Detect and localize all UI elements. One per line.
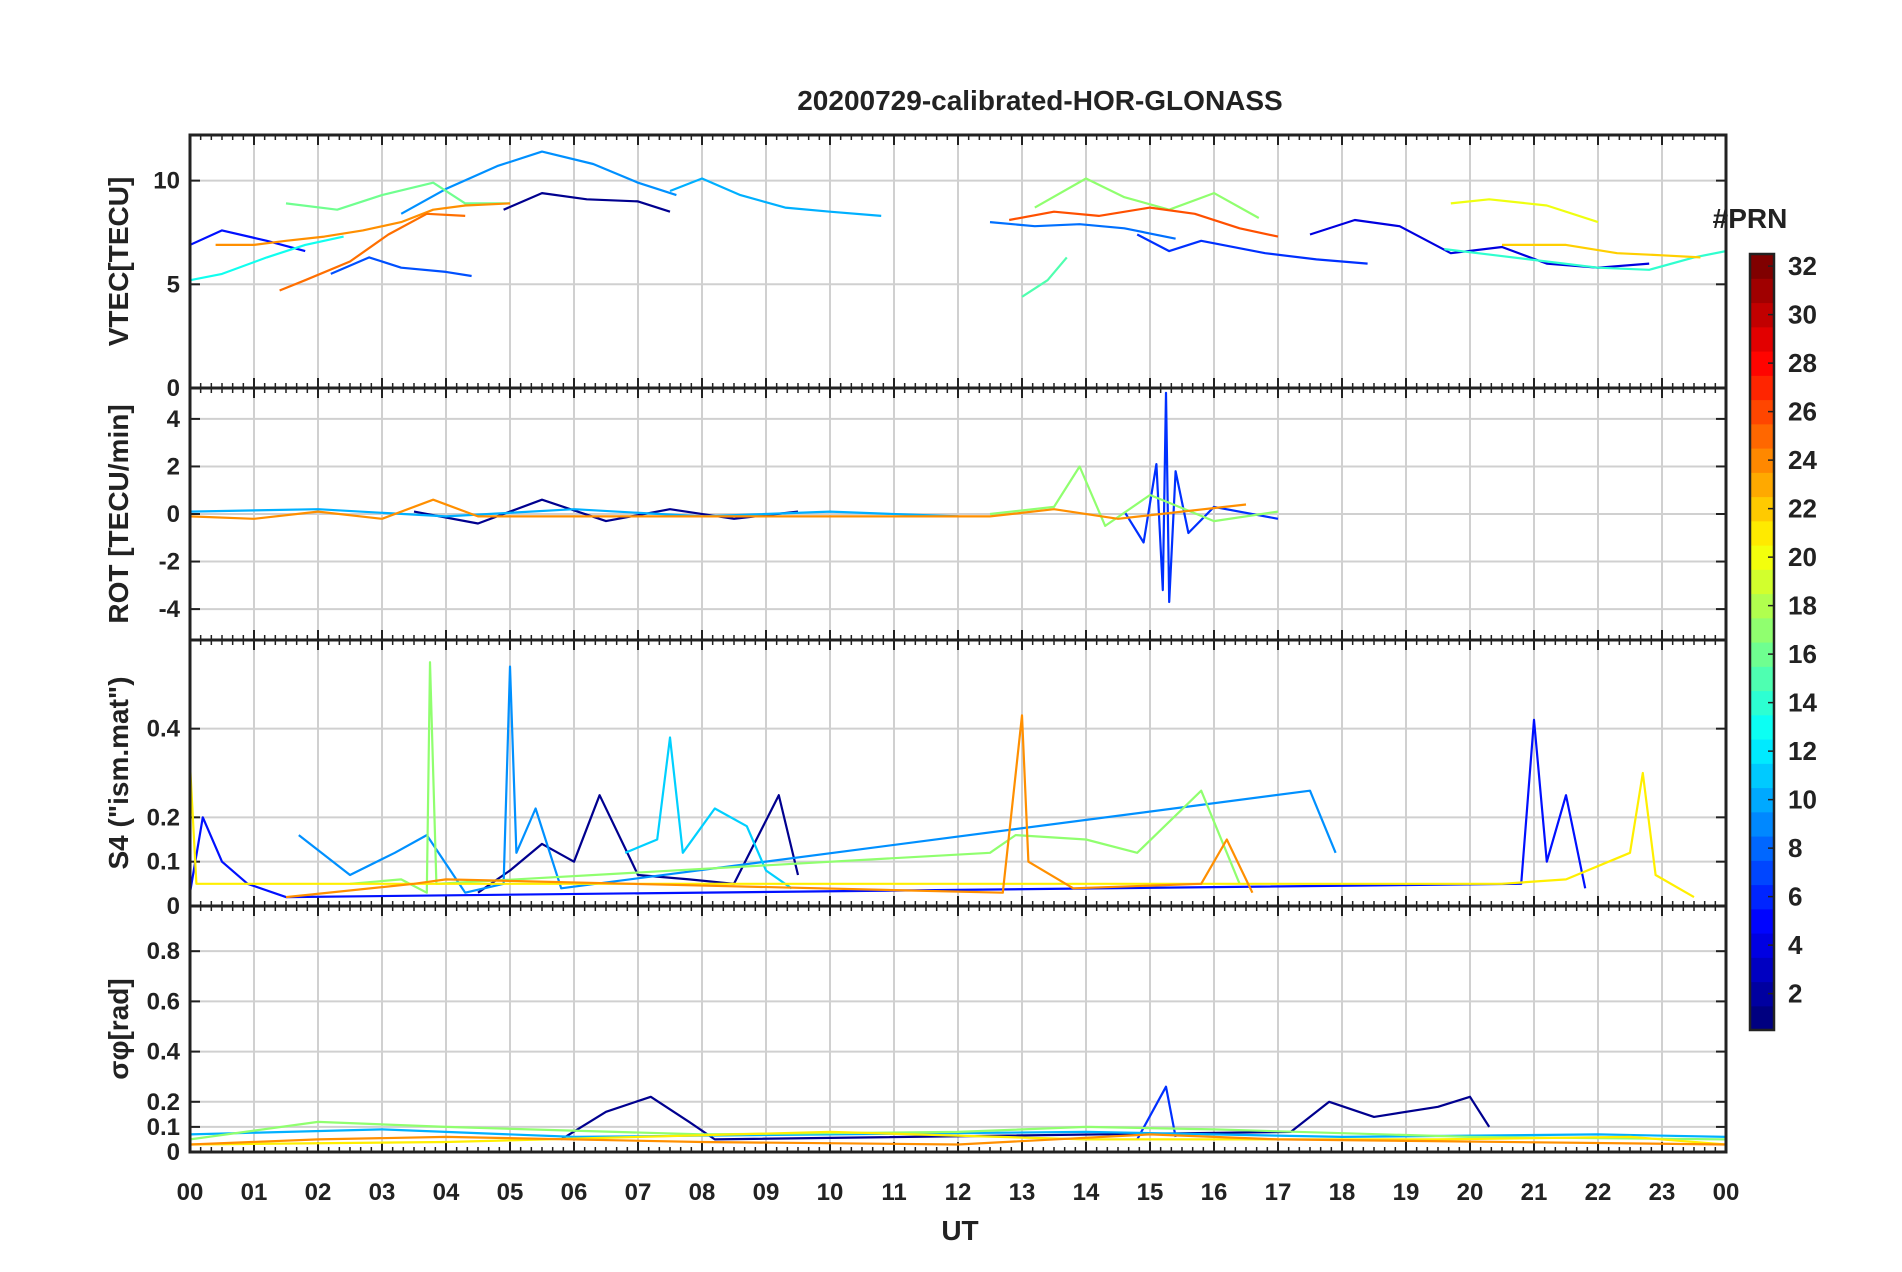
x-tick-label: 07 — [625, 1179, 652, 1206]
y-tick-label: 0.2 — [147, 804, 180, 831]
y-tick-label: -4 — [159, 596, 181, 623]
colorbar-segment — [1750, 375, 1774, 401]
x-tick-label: 05 — [497, 1179, 524, 1206]
colorbar-tick-label: 20 — [1788, 542, 1817, 572]
colorbar-tick-label: 14 — [1788, 688, 1817, 718]
colorbar-tick-label: 26 — [1788, 397, 1817, 427]
x-tick-label: 19 — [1393, 1179, 1420, 1206]
x-tick-label: 18 — [1329, 1179, 1356, 1206]
y-tick-label: 0 — [167, 893, 180, 920]
y-tick-label: 5 — [167, 271, 180, 298]
colorbar-tick-label: 10 — [1788, 785, 1817, 815]
y-tick-label: 4 — [167, 406, 181, 433]
colorbar-tick-label: 2 — [1788, 979, 1802, 1009]
colorbar-tick-label: 22 — [1788, 494, 1817, 524]
colorbar-segment — [1750, 472, 1774, 498]
colorbar-segment — [1750, 569, 1774, 595]
y-tick-label: 0.8 — [147, 938, 180, 965]
y-tick-label: 10 — [153, 168, 180, 195]
y-axis-label-sigma: σφ[rad] — [103, 978, 134, 1079]
y-tick-label: 0 — [167, 375, 180, 402]
x-tick-label: 14 — [1073, 1179, 1100, 1206]
colorbar-segment — [1750, 1005, 1774, 1031]
x-tick-label: 08 — [689, 1179, 716, 1206]
y-tick-label: 0.6 — [147, 988, 180, 1015]
x-tick-label: 00 — [1713, 1179, 1740, 1206]
colorbar-tick-label: 18 — [1788, 591, 1817, 621]
x-tick-label: 12 — [945, 1179, 972, 1206]
x-tick-label: 01 — [241, 1179, 268, 1206]
colorbar-tick-label: 28 — [1788, 348, 1817, 378]
x-tick-label: 15 — [1137, 1179, 1164, 1206]
y-axis-label-rot: ROT [TECU/min] — [103, 404, 134, 623]
chart-title: 20200729-calibrated-HOR-GLONASS — [797, 85, 1283, 116]
x-tick-label: 21 — [1521, 1179, 1548, 1206]
colorbar-segment — [1750, 763, 1774, 789]
y-tick-label: 0 — [167, 1139, 180, 1166]
x-tick-label: 03 — [369, 1179, 396, 1206]
colorbar-tick-label: 4 — [1788, 930, 1803, 960]
y-tick-label: -2 — [159, 549, 180, 576]
colorbar-segment — [1750, 326, 1774, 352]
colorbar-segment — [1750, 520, 1774, 546]
x-tick-label: 09 — [753, 1179, 780, 1206]
colorbar-label: #PRN — [1713, 203, 1788, 234]
y-axis-label-s4: S4 ("ism.mat") — [103, 676, 134, 869]
x-tick-label: 02 — [305, 1179, 332, 1206]
colorbar-segment — [1750, 811, 1774, 837]
colorbar-segment — [1750, 278, 1774, 304]
colorbar-segment — [1750, 666, 1774, 692]
y-tick-label: 0.2 — [147, 1089, 180, 1116]
colorbar-tick-label: 24 — [1788, 445, 1817, 475]
colorbar-segment — [1750, 617, 1774, 643]
colorbar-segment — [1750, 908, 1774, 934]
colorbar-segment — [1750, 860, 1774, 886]
colorbar-tick-label: 16 — [1788, 639, 1817, 669]
y-tick-label: 2 — [167, 453, 180, 480]
x-tick-label: 10 — [817, 1179, 844, 1206]
colorbar-segment — [1750, 714, 1774, 740]
x-tick-label: 20 — [1457, 1179, 1484, 1206]
colorbar-segment — [1750, 957, 1774, 983]
x-tick-label: 06 — [561, 1179, 588, 1206]
x-tick-label: 13 — [1009, 1179, 1036, 1206]
x-tick-label: 17 — [1265, 1179, 1292, 1206]
x-tick-label: 00 — [177, 1179, 204, 1206]
colorbar-segment — [1750, 423, 1774, 449]
x-tick-label: 23 — [1649, 1179, 1676, 1206]
x-tick-label: 22 — [1585, 1179, 1612, 1206]
colorbar-tick-label: 8 — [1788, 833, 1802, 863]
x-axis-label: UT — [941, 1215, 978, 1246]
y-tick-label: 0.4 — [147, 716, 181, 743]
y-axis-label-vtec: VTEC[TECU] — [103, 177, 134, 347]
chart-figure: 20200729-calibrated-HOR-GLONASS 0510VTEC… — [0, 0, 1902, 1272]
x-tick-label: 04 — [433, 1179, 460, 1206]
y-tick-label: 0.1 — [147, 849, 180, 876]
colorbar-tick-label: 6 — [1788, 882, 1802, 912]
y-tick-label: 0.1 — [147, 1114, 180, 1141]
x-tick-label: 16 — [1201, 1179, 1228, 1206]
y-tick-label: 0 — [167, 501, 180, 528]
colorbar-tick-label: 32 — [1788, 251, 1817, 281]
x-tick-label: 11 — [881, 1179, 906, 1206]
colorbar-tick-label: 30 — [1788, 300, 1817, 330]
y-tick-label: 0.4 — [147, 1039, 181, 1066]
colorbar-tick-label: 12 — [1788, 736, 1817, 766]
